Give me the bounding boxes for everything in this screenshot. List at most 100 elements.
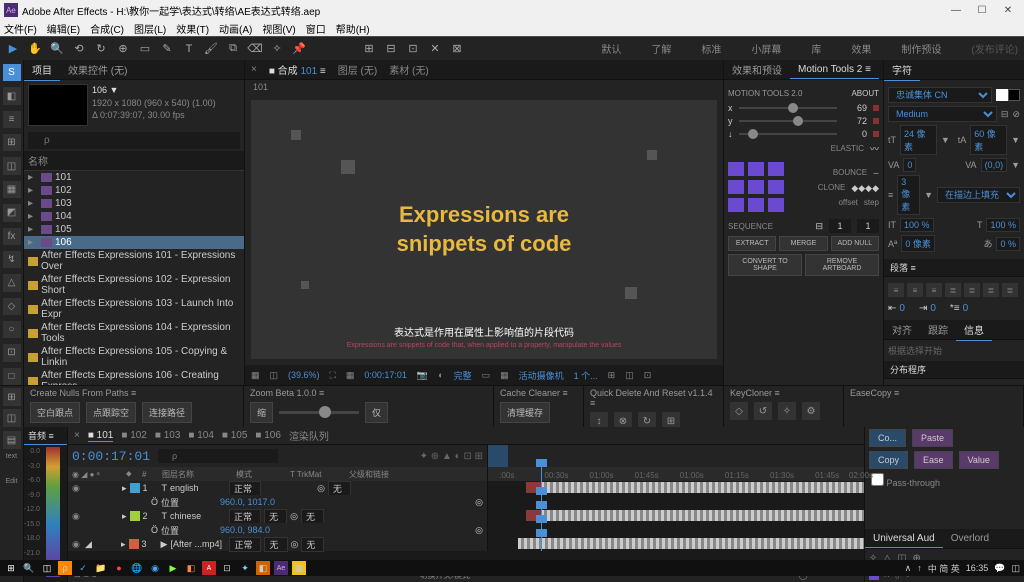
- align-left-icon[interactable]: ≡: [888, 283, 904, 297]
- tray-notif-icon[interactable]: 💬: [994, 563, 1005, 574]
- nulls-btn2[interactable]: 点跟踪空: [86, 402, 136, 423]
- dock-btn-1-icon[interactable]: S: [3, 64, 21, 81]
- dock-btn-7-icon[interactable]: ◩: [3, 204, 21, 221]
- font-select[interactable]: 忠诚集体 CN: [888, 87, 992, 103]
- current-time[interactable]: 0:00:17:01: [364, 370, 407, 380]
- search-icon[interactable]: 🔍: [22, 561, 36, 575]
- col-layer-name[interactable]: 图层名称: [158, 469, 228, 480]
- tab-overlord[interactable]: Overlord: [943, 530, 997, 547]
- remove-artboard-button[interactable]: REMOVE ARTBOARD: [805, 254, 879, 276]
- tb-app10-icon[interactable]: ▦: [292, 561, 306, 575]
- timeline-layer[interactable]: ◉ ▸1 Tenglish 正常 ◎无: [68, 481, 864, 495]
- roto-tool-icon[interactable]: ✧: [270, 42, 284, 56]
- workspace-default[interactable]: 默认: [601, 41, 621, 56]
- anchor-tool-icon[interactable]: ⊕: [116, 42, 130, 56]
- tl-tab-104[interactable]: ■ 104: [188, 430, 214, 441]
- convert-shape-button[interactable]: CONVERT TO SHAPE: [728, 254, 802, 276]
- project-item[interactable]: After Effects Expressions 101 - Expressi…: [24, 249, 244, 273]
- opt2-icon[interactable]: ✕: [428, 42, 442, 56]
- nulls-btn1[interactable]: 空白跟点: [30, 402, 80, 423]
- align-icon[interactable]: ⊟: [384, 42, 398, 56]
- grid-icon[interactable]: ▦: [346, 370, 355, 381]
- project-item[interactable]: ▸105: [24, 223, 244, 236]
- tab-universal-audio[interactable]: Universal Aud: [865, 530, 943, 548]
- motion-z-value[interactable]: 0: [843, 129, 867, 139]
- transparency-icon[interactable]: ▦: [500, 370, 509, 381]
- stroke-width-input[interactable]: 3 像素: [897, 175, 920, 215]
- project-item[interactable]: ▸102: [24, 184, 244, 197]
- rect-tool-icon[interactable]: ▭: [138, 42, 152, 56]
- views-dropdown[interactable]: 1 个...: [574, 369, 598, 382]
- tab-info2[interactable]: 跟踪: [920, 319, 956, 340]
- timeline-property[interactable]: Ö位置960.0, 1017.0◎: [68, 495, 864, 509]
- tb-app2-icon[interactable]: ✓: [76, 561, 90, 575]
- tl-tab-103[interactable]: ■ 103: [155, 430, 181, 441]
- font-size-input[interactable]: 24 像素: [900, 125, 937, 155]
- mag-icon[interactable]: ▦: [251, 370, 260, 381]
- tb-app8-icon[interactable]: ✦: [238, 561, 252, 575]
- dock-btn-3-icon[interactable]: ≡: [3, 111, 21, 128]
- timecode-display[interactable]: 0:00:17:01: [72, 449, 150, 464]
- wave-header[interactable]: 分布程序: [884, 361, 1024, 379]
- pen-tool-icon[interactable]: ✎: [160, 42, 174, 56]
- close-button[interactable]: ✕: [996, 3, 1020, 17]
- timeline-layer[interactable]: ◉◢ ▸3 ▶[After ...mp4] 正常无 ◎无: [68, 537, 864, 551]
- menu-view[interactable]: 视图(V): [262, 21, 295, 36]
- menu-effect[interactable]: 效果(T): [176, 21, 209, 36]
- project-item[interactable]: After Effects Expressions 103 - Launch I…: [24, 297, 244, 321]
- addnull-button[interactable]: ADD NULL: [831, 236, 879, 251]
- tb-app5-icon[interactable]: ▶: [166, 561, 180, 575]
- hscale-input[interactable]: 100 %: [900, 218, 934, 232]
- tab-project[interactable]: 项目: [24, 59, 60, 81]
- tb-app4-icon[interactable]: ◉: [148, 561, 162, 575]
- visibility-toggle-icon[interactable]: ◉: [72, 511, 82, 522]
- ec-paste-button[interactable]: Paste: [912, 429, 953, 447]
- kc-btn1-icon[interactable]: ◇: [730, 402, 748, 420]
- mid-dock-1-icon[interactable]: ⊞: [3, 388, 21, 406]
- zoom-panel-header[interactable]: Zoom Beta 1.0.0 ≡: [250, 388, 487, 398]
- nulls-panel-header[interactable]: Create Nulls From Paths ≡: [30, 388, 237, 398]
- ec-copy-button[interactable]: Copy: [869, 451, 908, 469]
- project-item-selected[interactable]: ▸106: [24, 236, 244, 249]
- timeline-property[interactable]: Ö位置960.0, 984.0◎: [68, 523, 864, 537]
- res-icon[interactable]: ◫: [270, 370, 279, 381]
- snapshot-icon[interactable]: 📷: [417, 370, 428, 381]
- project-search-input[interactable]: [28, 132, 240, 149]
- task-view-icon[interactable]: ◫: [40, 561, 54, 575]
- dock-btn-10-icon[interactable]: △: [3, 274, 21, 291]
- seq-num2[interactable]: 1: [857, 219, 879, 233]
- opt3-icon[interactable]: ⊠: [450, 42, 464, 56]
- brush-tool-icon[interactable]: 🖌: [204, 42, 218, 56]
- hand-tool-icon[interactable]: ✋: [28, 42, 42, 56]
- align-right-icon[interactable]: ≡: [926, 283, 942, 297]
- selection-tool-icon[interactable]: ▶: [6, 42, 20, 56]
- dock-btn-14-icon[interactable]: □: [3, 368, 21, 385]
- menu-comp[interactable]: 合成(C): [90, 21, 124, 36]
- project-column-name[interactable]: 名称: [24, 151, 244, 171]
- tl-dock1-icon[interactable]: ▤: [3, 431, 21, 449]
- project-item[interactable]: ▸104: [24, 210, 244, 223]
- visibility-toggle-icon[interactable]: ◉: [72, 483, 82, 494]
- text-tool-icon[interactable]: T: [182, 42, 196, 56]
- workspace-learn[interactable]: 了解: [651, 41, 671, 56]
- menu-file[interactable]: 文件(F): [4, 21, 37, 36]
- zoom-btn1[interactable]: 缩: [250, 402, 273, 423]
- leading-input[interactable]: 60 像素: [970, 125, 1007, 155]
- channel-icon[interactable]: ◐: [438, 370, 443, 380]
- view-icon2[interactable]: ◫: [625, 370, 634, 381]
- col-trkmat[interactable]: T TrkMat: [286, 470, 341, 479]
- merge-button[interactable]: MERGE: [779, 236, 827, 251]
- tsume-input[interactable]: 0 %: [996, 237, 1020, 251]
- menu-layer[interactable]: 图层(L): [134, 21, 166, 36]
- tray-time[interactable]: 16:35: [966, 563, 989, 573]
- mid-dock-2-icon[interactable]: ◫: [3, 409, 21, 427]
- region-icon[interactable]: ▭: [482, 370, 491, 381]
- camera-dropdown[interactable]: 活动摄像机: [519, 369, 564, 382]
- dock-btn-4-icon[interactable]: ⊞: [3, 134, 21, 151]
- clone-tool-icon[interactable]: ⧉: [226, 42, 240, 56]
- project-item[interactable]: After Effects Expressions 102 - Expressi…: [24, 273, 244, 297]
- workspace-fx[interactable]: 效果: [851, 41, 871, 56]
- tray-icon2[interactable]: ↑: [917, 563, 922, 573]
- tab-effects-presets[interactable]: 效果和预设: [724, 59, 790, 80]
- tab-effect-controls[interactable]: 效果控件 (无): [60, 59, 135, 80]
